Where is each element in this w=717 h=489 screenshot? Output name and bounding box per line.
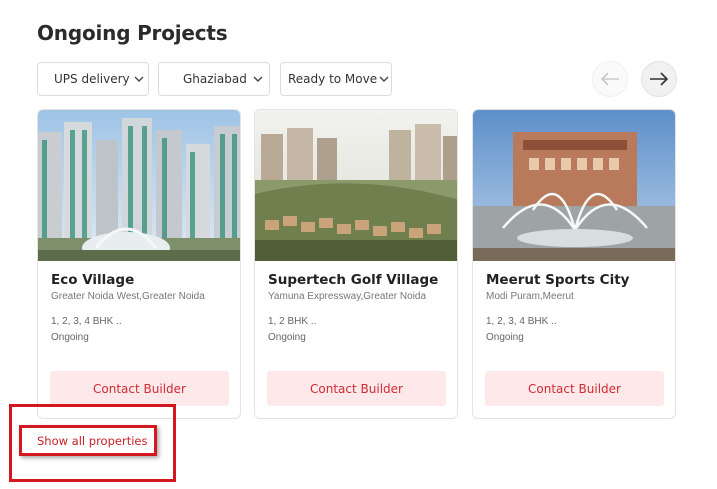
project-card[interactable]: Eco Village Greater Noida West,Greater N… (37, 109, 241, 419)
project-configuration: 1, 2, 3, 4 BHK .. (486, 316, 557, 327)
filter-label: Ghaziabad (183, 72, 247, 86)
arrow-right-icon (650, 72, 669, 86)
project-name[interactable]: Eco Village (51, 272, 134, 288)
chevron-down-icon (377, 76, 391, 82)
project-image (255, 110, 457, 261)
project-image (38, 110, 240, 261)
project-name[interactable]: Supertech Golf Village (268, 272, 438, 288)
filter-label: Ready to Move (288, 72, 378, 86)
project-configuration: 1, 2 BHK .. (268, 316, 317, 327)
show-all-properties-link[interactable]: Show all properties (37, 434, 147, 448)
filter-dropdown-delivery[interactable]: UPS delivery (37, 62, 149, 96)
project-card[interactable]: Meerut Sports City Modi Puram,Meerut 1, … (472, 109, 676, 419)
project-location: Modi Puram,Meerut (486, 291, 574, 302)
contact-builder-button[interactable]: Contact Builder (267, 371, 446, 406)
carousel-next-button[interactable] (641, 61, 677, 97)
project-location: Yamuna Expressway,Greater Noida (268, 291, 427, 302)
project-status: Ongoing (268, 332, 306, 343)
project-status: Ongoing (51, 332, 89, 343)
section-title: Ongoing Projects (37, 21, 228, 45)
project-name[interactable]: Meerut Sports City (486, 272, 629, 288)
project-location: Greater Noida West,Greater Noida (51, 291, 205, 302)
contact-builder-button[interactable]: Contact Builder (50, 371, 229, 406)
project-card[interactable]: Supertech Golf Village Yamuna Expressway… (254, 109, 458, 419)
filter-label: UPS delivery (54, 72, 130, 86)
filter-dropdown-city[interactable]: Ghaziabad (158, 62, 270, 96)
chevron-down-icon (247, 76, 269, 82)
project-image (473, 110, 675, 261)
project-status: Ongoing (486, 332, 524, 343)
contact-builder-button[interactable]: Contact Builder (485, 371, 664, 406)
arrow-left-icon (600, 72, 619, 86)
project-configuration: 1, 2, 3, 4 BHK .. (51, 316, 122, 327)
carousel-prev-button[interactable] (592, 61, 628, 97)
chevron-down-icon (130, 76, 148, 82)
filter-dropdown-possession[interactable]: Ready to Move (280, 62, 392, 96)
